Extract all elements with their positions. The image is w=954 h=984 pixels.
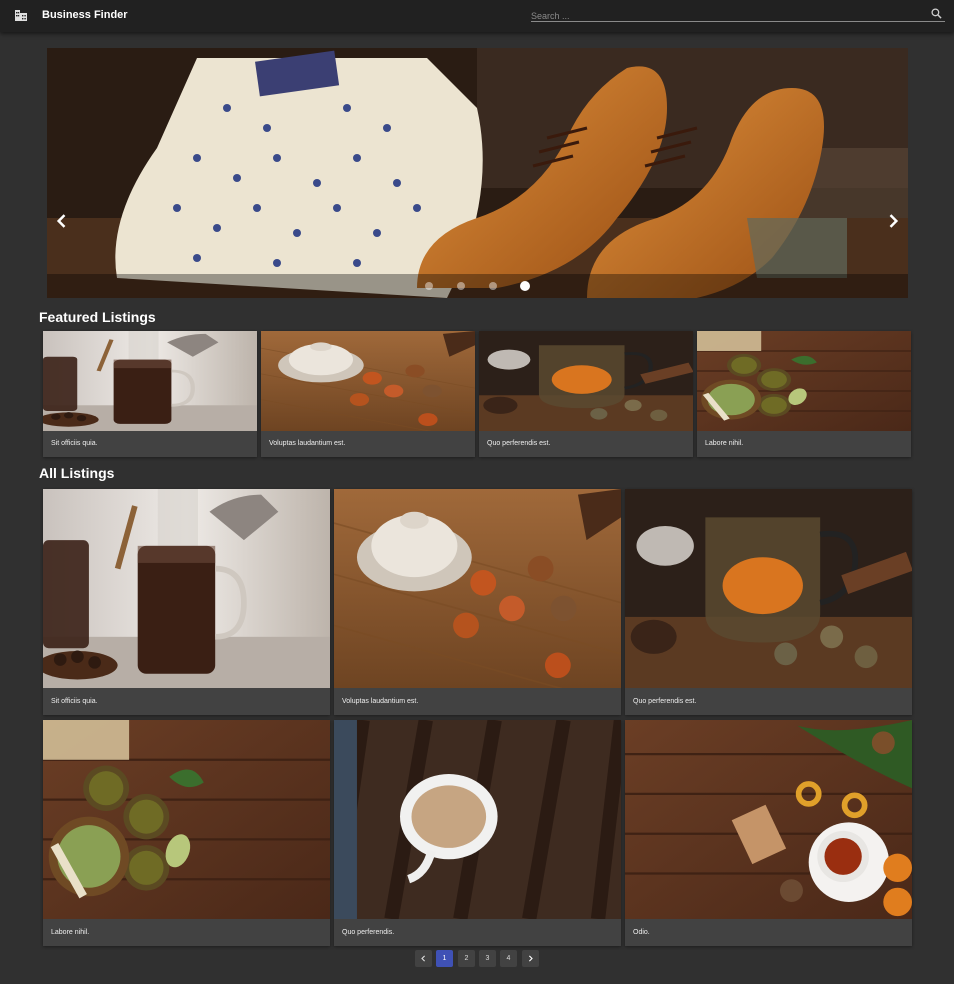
app-title: Business Finder [42, 9, 128, 21]
search-icon[interactable] [931, 8, 942, 19]
pagination-page-4[interactable]: 4 [500, 950, 517, 967]
hero-carousel[interactable] [47, 48, 908, 298]
card-caption: Sit officiis quia. [51, 440, 98, 447]
card-caption: Quo perferendis est. [633, 698, 697, 705]
card-image [625, 489, 912, 688]
listing-card-4[interactable]: Labore nihil. [43, 720, 330, 946]
carousel-slide-image [47, 48, 908, 298]
featured-card-3[interactable]: Quo perferendis est. [479, 331, 693, 457]
card-image [261, 331, 475, 431]
card-image [334, 489, 621, 688]
carousel-dot-1[interactable] [425, 282, 433, 290]
pagination-page-2[interactable]: 2 [458, 950, 475, 967]
card-caption: Labore nihil. [705, 440, 744, 447]
featured-card-4[interactable]: Labore nihil. [697, 331, 911, 457]
card-image [625, 720, 912, 919]
carousel-prev-button[interactable] [52, 211, 72, 231]
card-image [43, 489, 330, 688]
building-icon [15, 10, 27, 21]
carousel-dot-2[interactable] [457, 282, 465, 290]
featured-card-1[interactable]: Sit officiis quia. [43, 331, 257, 457]
chevron-left-icon [419, 954, 428, 963]
card-caption: Quo perferendis est. [487, 440, 551, 447]
card-caption: Labore nihil. [51, 929, 90, 936]
featured-section-title: Featured Listings [39, 309, 156, 325]
card-image [43, 720, 330, 919]
carousel-dot-4[interactable] [520, 281, 530, 291]
listing-card-5[interactable]: Quo perferendis. [334, 720, 621, 946]
card-image [43, 331, 257, 431]
carousel-next-button[interactable] [883, 211, 903, 231]
card-caption: Odio. [633, 929, 650, 936]
carousel-indicators [47, 274, 908, 298]
listing-card-2[interactable]: Voluptas laudantium est. [334, 489, 621, 715]
listing-card-6[interactable]: Odio. [625, 720, 912, 946]
card-caption: Voluptas laudantium est. [269, 440, 346, 447]
card-caption: Voluptas laudantium est. [342, 698, 419, 705]
card-image [334, 720, 621, 919]
pagination-prev-button[interactable] [415, 950, 432, 967]
featured-card-2[interactable]: Voluptas laudantium est. [261, 331, 475, 457]
pagination-page-1[interactable]: 1 [436, 950, 453, 967]
listing-card-3[interactable]: Quo perferendis est. [625, 489, 912, 715]
pagination-page-3[interactable]: 3 [479, 950, 496, 967]
chevron-right-icon [883, 211, 903, 231]
app-bar: Business Finder [0, 0, 954, 32]
listing-card-1[interactable]: Sit officiis quia. [43, 489, 330, 715]
carousel-dot-3[interactable] [489, 282, 497, 290]
chevron-left-icon [52, 211, 72, 231]
all-listings-section-title: All Listings [39, 465, 115, 481]
card-caption: Sit officiis quia. [51, 698, 98, 705]
chevron-right-icon [526, 954, 535, 963]
pagination-next-button[interactable] [522, 950, 539, 967]
card-image [479, 331, 693, 431]
card-caption: Quo perferendis. [342, 929, 395, 936]
search-input[interactable] [531, 8, 921, 24]
card-image [697, 331, 911, 431]
search-field[interactable] [531, 6, 945, 24]
